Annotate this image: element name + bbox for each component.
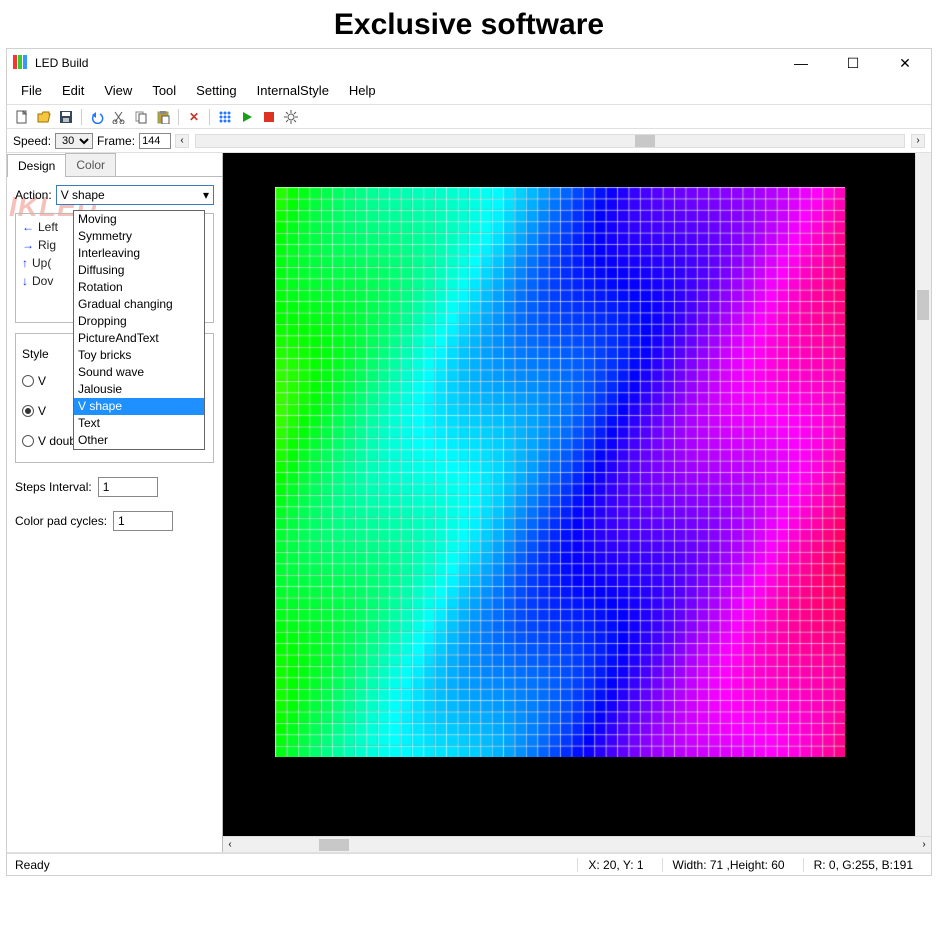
play-icon[interactable] [238, 108, 256, 126]
action-option[interactable]: Diffusing [74, 262, 204, 279]
action-option[interactable]: Moving [74, 211, 204, 228]
action-select[interactable]: V shape ▾ [56, 185, 214, 205]
stop-icon[interactable] [260, 108, 278, 126]
undo-icon[interactable] [88, 108, 106, 126]
maximize-button[interactable]: ☐ [839, 55, 867, 72]
action-dropdown[interactable]: MovingSymmetryInterleavingDiffusingRotat… [73, 210, 205, 450]
status-rgb: R: 0, G:255, B:191 [803, 858, 923, 872]
action-option[interactable]: Other [74, 432, 204, 449]
color-cycles-input[interactable] [113, 511, 173, 531]
led-canvas[interactable] [275, 187, 845, 757]
action-option[interactable]: Gradual changing [74, 296, 204, 313]
delete-icon[interactable]: ✕ [185, 108, 203, 126]
steps-interval-label: Steps Interval: [15, 480, 92, 494]
toolbar: ✕ [7, 105, 931, 129]
menu-view[interactable]: View [98, 81, 138, 100]
action-option[interactable]: Rotation [74, 279, 204, 296]
action-option[interactable]: Symmetry [74, 228, 204, 245]
action-option[interactable]: Toy bricks [74, 347, 204, 364]
minimize-button[interactable]: — [787, 55, 815, 72]
statusbar: Ready X: 20, Y: 1 Width: 71 ,Height: 60 … [7, 853, 931, 875]
tab-color[interactable]: Color [65, 153, 116, 176]
frame-scroll-right[interactable]: › [911, 134, 925, 148]
menubar: File Edit View Tool Setting InternalStyl… [7, 77, 931, 105]
led-canvas-viewport[interactable] [223, 153, 915, 836]
paste-icon[interactable] [154, 108, 172, 126]
action-option[interactable]: Dropping [74, 313, 204, 330]
menu-edit[interactable]: Edit [56, 81, 90, 100]
canvas-vertical-scrollbar[interactable] [915, 153, 931, 836]
app-icon [13, 55, 29, 71]
action-option[interactable]: V shape [74, 398, 204, 415]
menu-file[interactable]: File [15, 81, 48, 100]
canvas-area-wrap: ‹ › [223, 153, 931, 852]
settings-gear-icon[interactable] [282, 108, 300, 126]
action-option[interactable]: Text [74, 415, 204, 432]
action-label: Action: [15, 188, 52, 202]
style-legend: Style [22, 347, 49, 361]
cut-icon[interactable] [110, 108, 128, 126]
menu-help[interactable]: Help [343, 81, 382, 100]
tab-design[interactable]: Design [7, 154, 66, 177]
app-window: LED Build — ☐ ✕ File Edit View Tool Sett… [6, 48, 932, 876]
action-option[interactable]: PictureAndText [74, 330, 204, 347]
color-cycles-label: Color pad cycles: [15, 514, 107, 528]
save-icon[interactable] [57, 108, 75, 126]
menu-internalstyle[interactable]: InternalStyle [251, 81, 335, 100]
action-option[interactable]: Jalousie [74, 381, 204, 398]
status-xy: X: 20, Y: 1 [577, 858, 653, 872]
action-selected-value: V shape [61, 188, 105, 202]
frame-scrollbar[interactable] [195, 134, 905, 148]
copy-icon[interactable] [132, 108, 150, 126]
action-option[interactable]: Sound wave [74, 364, 204, 381]
page-heading: Exclusive software [0, 0, 938, 48]
speed-label: Speed: [13, 134, 51, 148]
new-file-icon[interactable] [13, 108, 31, 126]
menu-tool[interactable]: Tool [146, 81, 182, 100]
menu-setting[interactable]: Setting [190, 81, 242, 100]
param-row: Speed: 30 Frame: ‹ › [7, 129, 931, 153]
steps-interval-input[interactable] [98, 477, 158, 497]
left-panel: Design Color IKLED Action: V shape ▾ Mov… [7, 153, 223, 852]
titlebar: LED Build — ☐ ✕ [7, 49, 931, 77]
frame-input[interactable] [139, 133, 171, 149]
grid-icon[interactable] [216, 108, 234, 126]
chevron-down-icon: ▾ [203, 188, 209, 202]
speed-select[interactable]: 30 [55, 133, 93, 149]
canvas-horizontal-scrollbar[interactable]: ‹ › [223, 836, 931, 852]
frame-scroll-left[interactable]: ‹ [175, 134, 189, 148]
action-option[interactable]: Interleaving [74, 245, 204, 262]
frame-label: Frame: [97, 134, 135, 148]
status-wh: Width: 71 ,Height: 60 [662, 858, 795, 872]
status-ready: Ready [15, 858, 50, 872]
window-title: LED Build [35, 56, 88, 70]
close-button[interactable]: ✕ [891, 55, 919, 72]
open-file-icon[interactable] [35, 108, 53, 126]
